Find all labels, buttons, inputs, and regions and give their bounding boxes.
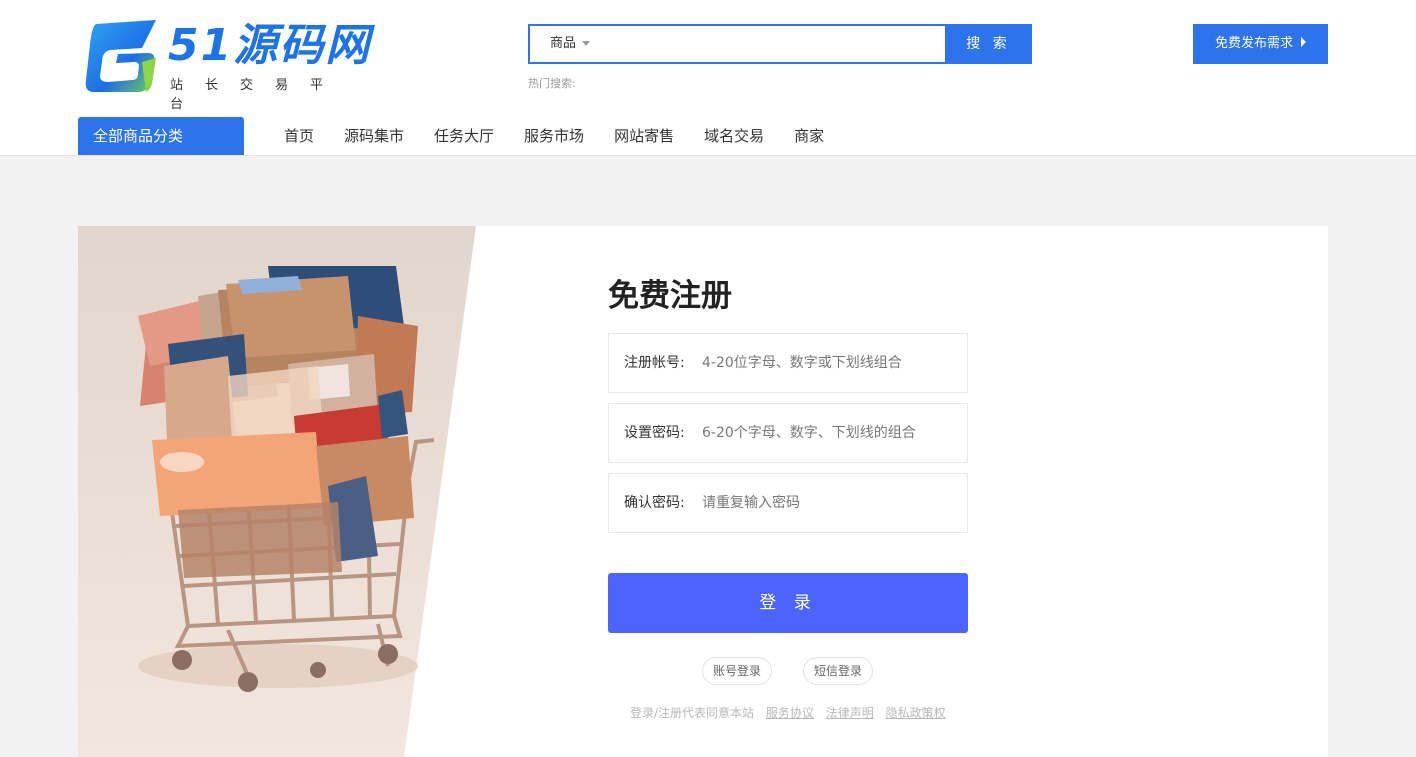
logo-name: 51源码网 xyxy=(168,20,372,71)
search-button[interactable]: 搜 索 xyxy=(945,24,1032,64)
search-type-label: 商品 xyxy=(550,36,577,51)
sms-login-button[interactable]: 短信登录 xyxy=(803,657,874,685)
publish-demand-button[interactable]: 免费发布需求 xyxy=(1193,24,1328,64)
password-input[interactable] xyxy=(702,404,957,462)
privacy-policy-link[interactable]: 隐私政策权 xyxy=(886,706,946,720)
main-nav: 首页 源码集市 任务大厅 服务市场 网站寄售 域名交易 商家 xyxy=(284,117,854,155)
nav-item-task-hall[interactable]: 任务大厅 xyxy=(434,117,494,155)
header: 51源码网 站长交易平台 商品 搜 索 热门搜索: 免费发布需求 全部商品分类 … xyxy=(0,0,1416,156)
nav-item-website-consignment[interactable]: 网站寄售 xyxy=(614,117,674,155)
password-field: 设置密码: xyxy=(608,403,968,463)
confirm-password-field: 确认密码: xyxy=(608,473,968,533)
caret-right-icon xyxy=(1301,37,1306,47)
logo-slogan: 站长交易平台 xyxy=(170,78,346,112)
publish-demand-label: 免费发布需求 xyxy=(1214,36,1293,51)
legal-statement-link[interactable]: 法律声明 xyxy=(826,706,874,720)
page-title: 免费注册 xyxy=(608,278,732,314)
nav-item-domain-trade[interactable]: 域名交易 xyxy=(704,117,764,155)
service-agreement-link[interactable]: 服务协议 xyxy=(766,706,814,720)
hot-search-label: 热门搜索: xyxy=(528,77,576,90)
account-login-button[interactable]: 账号登录 xyxy=(702,657,773,685)
search-bar: 商品 搜 索 xyxy=(528,24,1032,64)
search-input[interactable] xyxy=(616,26,946,62)
agreement-notice: 登录/注册代表同意本站 服务协议 法律声明 隐私政策权 xyxy=(630,704,946,721)
register-panel: 免费注册 注册帐号: 设置密码: 确认密码: 登 录 账号登录 短信登录 登录/… xyxy=(78,226,1328,757)
shopping-cart-illustration xyxy=(78,226,476,757)
chevron-down-icon xyxy=(582,41,591,46)
login-button[interactable]: 登 录 xyxy=(608,573,968,633)
account-label: 注册帐号: xyxy=(624,355,685,371)
account-input[interactable] xyxy=(702,334,957,392)
nav-item-merchants[interactable]: 商家 xyxy=(794,117,824,155)
all-categories-button[interactable]: 全部商品分类 xyxy=(78,117,244,155)
account-field: 注册帐号: xyxy=(608,333,968,393)
confirm-password-label: 确认密码: xyxy=(624,495,685,511)
search-type-select[interactable]: 商品 xyxy=(530,26,616,62)
logo-icon xyxy=(85,20,156,92)
nav-item-service-market[interactable]: 服务市场 xyxy=(524,117,584,155)
agreement-text: 登录/注册代表同意本站 xyxy=(630,706,755,720)
nav-item-source-market[interactable]: 源码集市 xyxy=(344,117,404,155)
confirm-password-input[interactable] xyxy=(702,474,957,532)
password-label: 设置密码: xyxy=(624,425,685,441)
nav-item-home[interactable]: 首页 xyxy=(284,117,314,155)
site-logo[interactable]: 51源码网 站长交易平台 xyxy=(82,18,372,112)
